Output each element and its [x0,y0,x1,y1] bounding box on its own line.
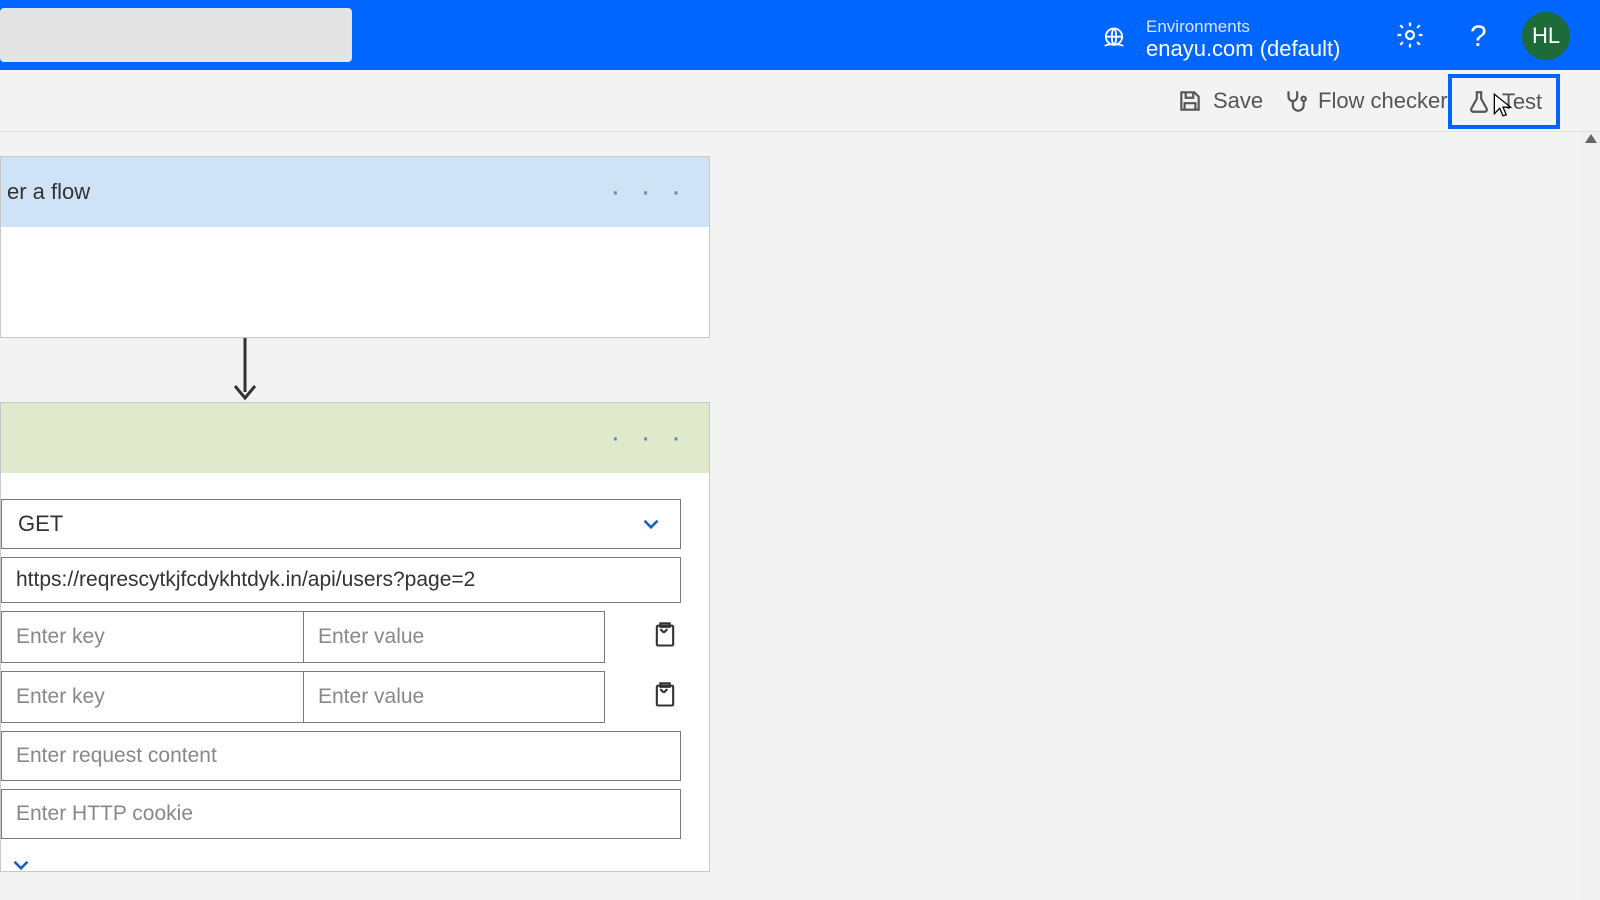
header-row-0 [1,611,681,663]
body-input[interactable] [1,731,681,781]
vertical-scrollbar[interactable] [1582,132,1600,900]
save-button[interactable]: Save [1165,78,1275,124]
trigger-card[interactable]: er a flow · · · [0,156,710,338]
expand-chevron-icon[interactable] [8,852,34,878]
action-header[interactable]: · · · [1,403,709,473]
url-input[interactable] [1,557,681,603]
connector-arrow [230,338,260,408]
header-value-input[interactable] [303,611,605,663]
more-icon[interactable]: · · · [610,421,687,455]
env-label: Environments [1146,18,1340,37]
method-select[interactable]: GET [1,499,681,549]
header-row-1 [1,671,681,723]
http-action-card[interactable]: · · · GET [0,402,710,872]
trigger-title: er a flow [7,179,90,205]
header-value-input[interactable] [303,671,605,723]
more-icon[interactable]: · · · [610,175,687,209]
flow-checker-button[interactable]: Flow checker [1270,78,1460,124]
scroll-up-icon[interactable] [1585,134,1597,143]
action-toolbar: Save Flow checker Test [0,70,1600,132]
delete-row-icon[interactable] [651,621,679,649]
avatar[interactable]: HL [1522,12,1570,60]
stethoscope-icon [1282,88,1308,114]
flask-icon [1466,89,1492,115]
test-label: Test [1502,89,1542,115]
trigger-header[interactable]: er a flow · · · [1,157,709,227]
globe-icon [1100,25,1128,53]
app-header: Environments enayu.com (default) ? HL [0,0,1600,70]
save-label: Save [1213,88,1263,114]
header-key-input[interactable] [1,611,303,663]
delete-row-icon[interactable] [651,681,679,709]
flow-checker-label: Flow checker [1318,88,1448,114]
environment-picker[interactable]: Environments enayu.com (default) [1100,18,1340,61]
test-button[interactable]: Test [1448,74,1560,129]
cookie-input[interactable] [1,789,681,839]
save-icon [1177,88,1203,114]
flow-canvas: er a flow · · · · · · GET [0,132,1585,900]
chevron-down-icon [638,511,664,537]
env-name: enayu.com (default) [1146,37,1340,61]
help-icon[interactable]: ? [1470,20,1487,54]
search-input[interactable] [0,8,352,62]
action-body: GET [1,473,709,871]
header-key-input[interactable] [1,671,303,723]
method-value: GET [18,511,63,537]
gear-icon[interactable] [1395,20,1425,50]
